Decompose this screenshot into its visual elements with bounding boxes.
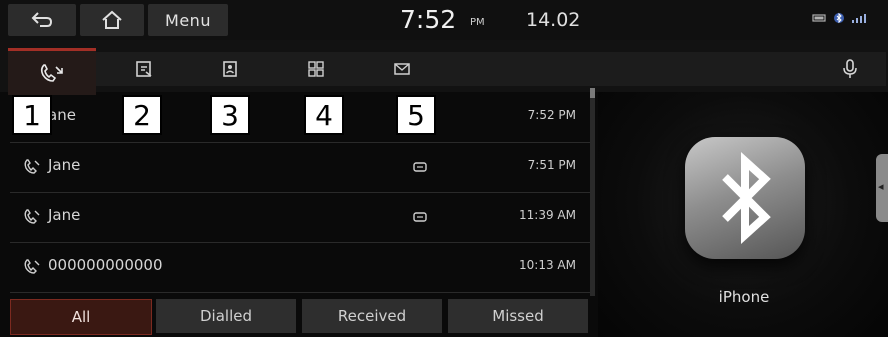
home-icon (102, 10, 122, 29)
list-scroll-thumb[interactable] (590, 88, 595, 98)
call-time: 7:51 PM (527, 158, 576, 172)
signal-icon (852, 14, 867, 23)
menu-button[interactable]: Menu (148, 4, 228, 36)
list-scrollbar[interactable] (590, 88, 595, 296)
contacts-icon (223, 61, 237, 77)
callout-1: 1 (12, 95, 52, 135)
list-item[interactable]: Jane 7:51 PM (10, 142, 590, 193)
call-time: 11:39 AM (519, 208, 576, 222)
favourites-icon (136, 61, 152, 77)
bluetooth-status-icon (834, 12, 845, 24)
callout-5: 5 (396, 95, 436, 135)
filter-all-button[interactable]: All (10, 299, 152, 335)
callout-2: 2 (122, 95, 162, 135)
tab-contacts[interactable] (190, 52, 270, 86)
connected-device-panel: iPhone ◂ (598, 92, 888, 337)
battery-icon (812, 14, 826, 22)
tab-recent-calls[interactable] (8, 48, 96, 95)
callout-3: 3 (210, 95, 250, 135)
device-name: iPhone (718, 288, 770, 306)
clock-ampm: PM (470, 17, 485, 28)
call-filter-bar: All Dialled Received Missed (0, 295, 598, 337)
message-indicator-icon (413, 212, 427, 222)
call-time: 10:13 AM (519, 258, 576, 272)
status-bar: Menu 7:52 PM 14.02 (0, 0, 888, 40)
tab-keypad[interactable] (276, 52, 356, 86)
tab-messages[interactable] (362, 52, 442, 86)
message-indicator-icon (413, 162, 427, 172)
filter-dialled-button[interactable]: Dialled (156, 299, 296, 333)
microphone-icon (843, 59, 857, 78)
menu-label: Menu (165, 10, 211, 30)
tab-favourites[interactable] (104, 52, 184, 86)
caller-name: ane (48, 106, 76, 124)
call-icon (24, 259, 40, 274)
phone-tab-bar (0, 40, 888, 95)
date: 14.02 (526, 9, 581, 31)
home-button[interactable] (80, 4, 144, 36)
call-icon (24, 159, 40, 174)
clock-time: 7:52 (400, 5, 457, 34)
recent-calls-icon (40, 64, 63, 82)
keypad-icon (308, 61, 324, 77)
caller-name: Jane (48, 206, 81, 224)
filter-missed-button[interactable]: Missed (448, 299, 588, 333)
voice-recognition-button[interactable] (820, 52, 880, 86)
caller-name: 000000000000 (48, 256, 163, 274)
back-button[interactable] (8, 4, 76, 36)
callout-4: 4 (304, 95, 344, 135)
chevron-left-icon: ◂ (878, 180, 884, 193)
list-item[interactable]: 000000000000 10:13 AM (10, 242, 590, 293)
filter-received-button[interactable]: Received (302, 299, 442, 333)
recent-calls-list: ane 7:52 PM Jane 7:51 PM Jane 11:39 AM 0… (0, 92, 590, 293)
list-item[interactable]: Jane 11:39 AM (10, 192, 590, 243)
call-time: 7:52 PM (527, 108, 576, 122)
caller-name: Jane (48, 156, 81, 174)
list-item[interactable]: ane 7:52 PM (10, 92, 590, 143)
bluetooth-icon (722, 152, 771, 244)
status-icons (812, 12, 870, 24)
messages-icon (394, 63, 410, 75)
bluetooth-logo (685, 137, 805, 259)
call-icon (24, 209, 40, 224)
back-arrow-icon (31, 12, 53, 27)
